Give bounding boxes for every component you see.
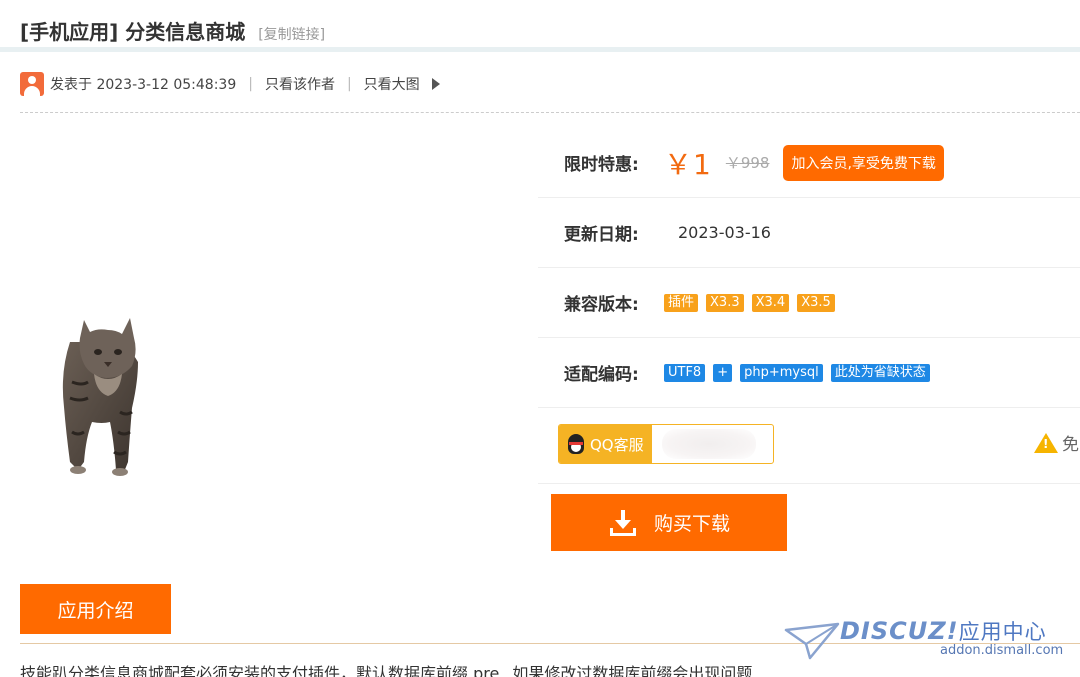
compat-label: 兼容版本: bbox=[564, 295, 639, 315]
old-price: ￥998 bbox=[725, 154, 770, 172]
encoding-tag: + bbox=[713, 363, 733, 382]
watermark-url: addon.dismall.com bbox=[940, 643, 1064, 658]
encoding-row: 适配编码: UTF8 + php+mysql 此处为省缺状态 bbox=[538, 338, 1080, 408]
post-meta: 发表于 2023-3-12 05:48:39 | 只看该作者 | 只看大图 bbox=[20, 70, 440, 98]
intro-text: 技能趴分类信息商城配套必须安装的支付插件，默认数据库前缀 pre_ 如果修改过数… bbox=[20, 664, 753, 677]
post-time: 发表于 2023-3-12 05:48:39 bbox=[50, 77, 237, 93]
watermark-brand-cn: 应用中心 bbox=[958, 620, 1047, 644]
paper-plane-icon bbox=[784, 622, 840, 660]
disclaimer-text: 免 bbox=[1062, 435, 1079, 455]
encoding-tag: 此处为省缺状态 bbox=[830, 363, 930, 382]
qq-row: QQ客服 免 bbox=[538, 408, 1080, 484]
avatar-icon[interactable] bbox=[20, 72, 44, 96]
separator: | bbox=[346, 76, 352, 92]
encoding-tag: php+mysql bbox=[740, 363, 823, 382]
tab-app-intro[interactable]: 应用介绍 bbox=[20, 584, 171, 634]
warning-icon bbox=[1034, 432, 1058, 453]
watermark-brand-text: DISCUZ! bbox=[840, 617, 959, 645]
price: ￥1 bbox=[664, 147, 712, 181]
encoding-tag: UTF8 bbox=[664, 363, 706, 382]
separator: | bbox=[248, 76, 253, 92]
big-image-link[interactable]: 只看大图 bbox=[364, 74, 420, 94]
compat-tag: X3.4 bbox=[751, 293, 790, 312]
compat-tag: X3.5 bbox=[797, 293, 835, 312]
buy-download-button[interactable]: 购买下载 bbox=[551, 494, 787, 551]
copy-link[interactable]: [复制链接] bbox=[258, 27, 325, 43]
disclaimer: 免 bbox=[1034, 430, 1079, 455]
title-bar: [手机应用] 分类信息商城 [复制链接] bbox=[0, 0, 1080, 52]
compat-tag: X3.3 bbox=[706, 293, 744, 312]
compat-row: 兼容版本: 插件 X3.3 X3.4 X3.5 bbox=[538, 268, 1080, 338]
thread-title: [手机应用] 分类信息商城 bbox=[20, 20, 246, 44]
discuz-watermark: DISCUZ!应用中心 addon.dismall.com bbox=[784, 616, 1074, 662]
qq-penguin-icon bbox=[565, 432, 587, 456]
product-image-cat bbox=[62, 318, 138, 476]
divider bbox=[20, 112, 1080, 113]
join-vip-button[interactable]: 加入会员,享受免费下载 bbox=[783, 144, 944, 181]
product-info: 限时特惠: ￥1 ￥998 加入会员,享受免费下载 更新日期: 2023-03-… bbox=[538, 128, 1080, 408]
qq-service-button[interactable]: QQ客服 bbox=[558, 424, 774, 464]
download-icon bbox=[608, 508, 638, 538]
tab-app-intro-label: 应用介绍 bbox=[57, 599, 134, 622]
page-title: [手机应用] 分类信息商城 [复制链接] bbox=[20, 16, 325, 45]
compat-tag: 插件 bbox=[664, 293, 699, 312]
price-label: 限时特惠: bbox=[564, 155, 639, 175]
only-author-link[interactable]: 只看该作者 bbox=[265, 74, 335, 94]
update-label: 更新日期: bbox=[564, 225, 639, 245]
update-date: 2023-03-16 bbox=[678, 223, 771, 242]
buy-download-label: 购买下载 bbox=[653, 513, 730, 535]
price-row: 限时特惠: ￥1 ￥998 加入会员,享受免费下载 bbox=[538, 128, 1080, 198]
qq-label-box[interactable]: QQ客服 bbox=[559, 425, 652, 463]
qq-label: QQ客服 bbox=[590, 435, 644, 454]
qq-number-blurred bbox=[661, 429, 756, 459]
play-arrow-icon[interactable] bbox=[431, 78, 440, 90]
update-row: 更新日期: 2023-03-16 bbox=[538, 198, 1080, 268]
encoding-label: 适配编码: bbox=[564, 365, 639, 385]
watermark-brand: DISCUZ!应用中心 bbox=[840, 616, 1047, 646]
